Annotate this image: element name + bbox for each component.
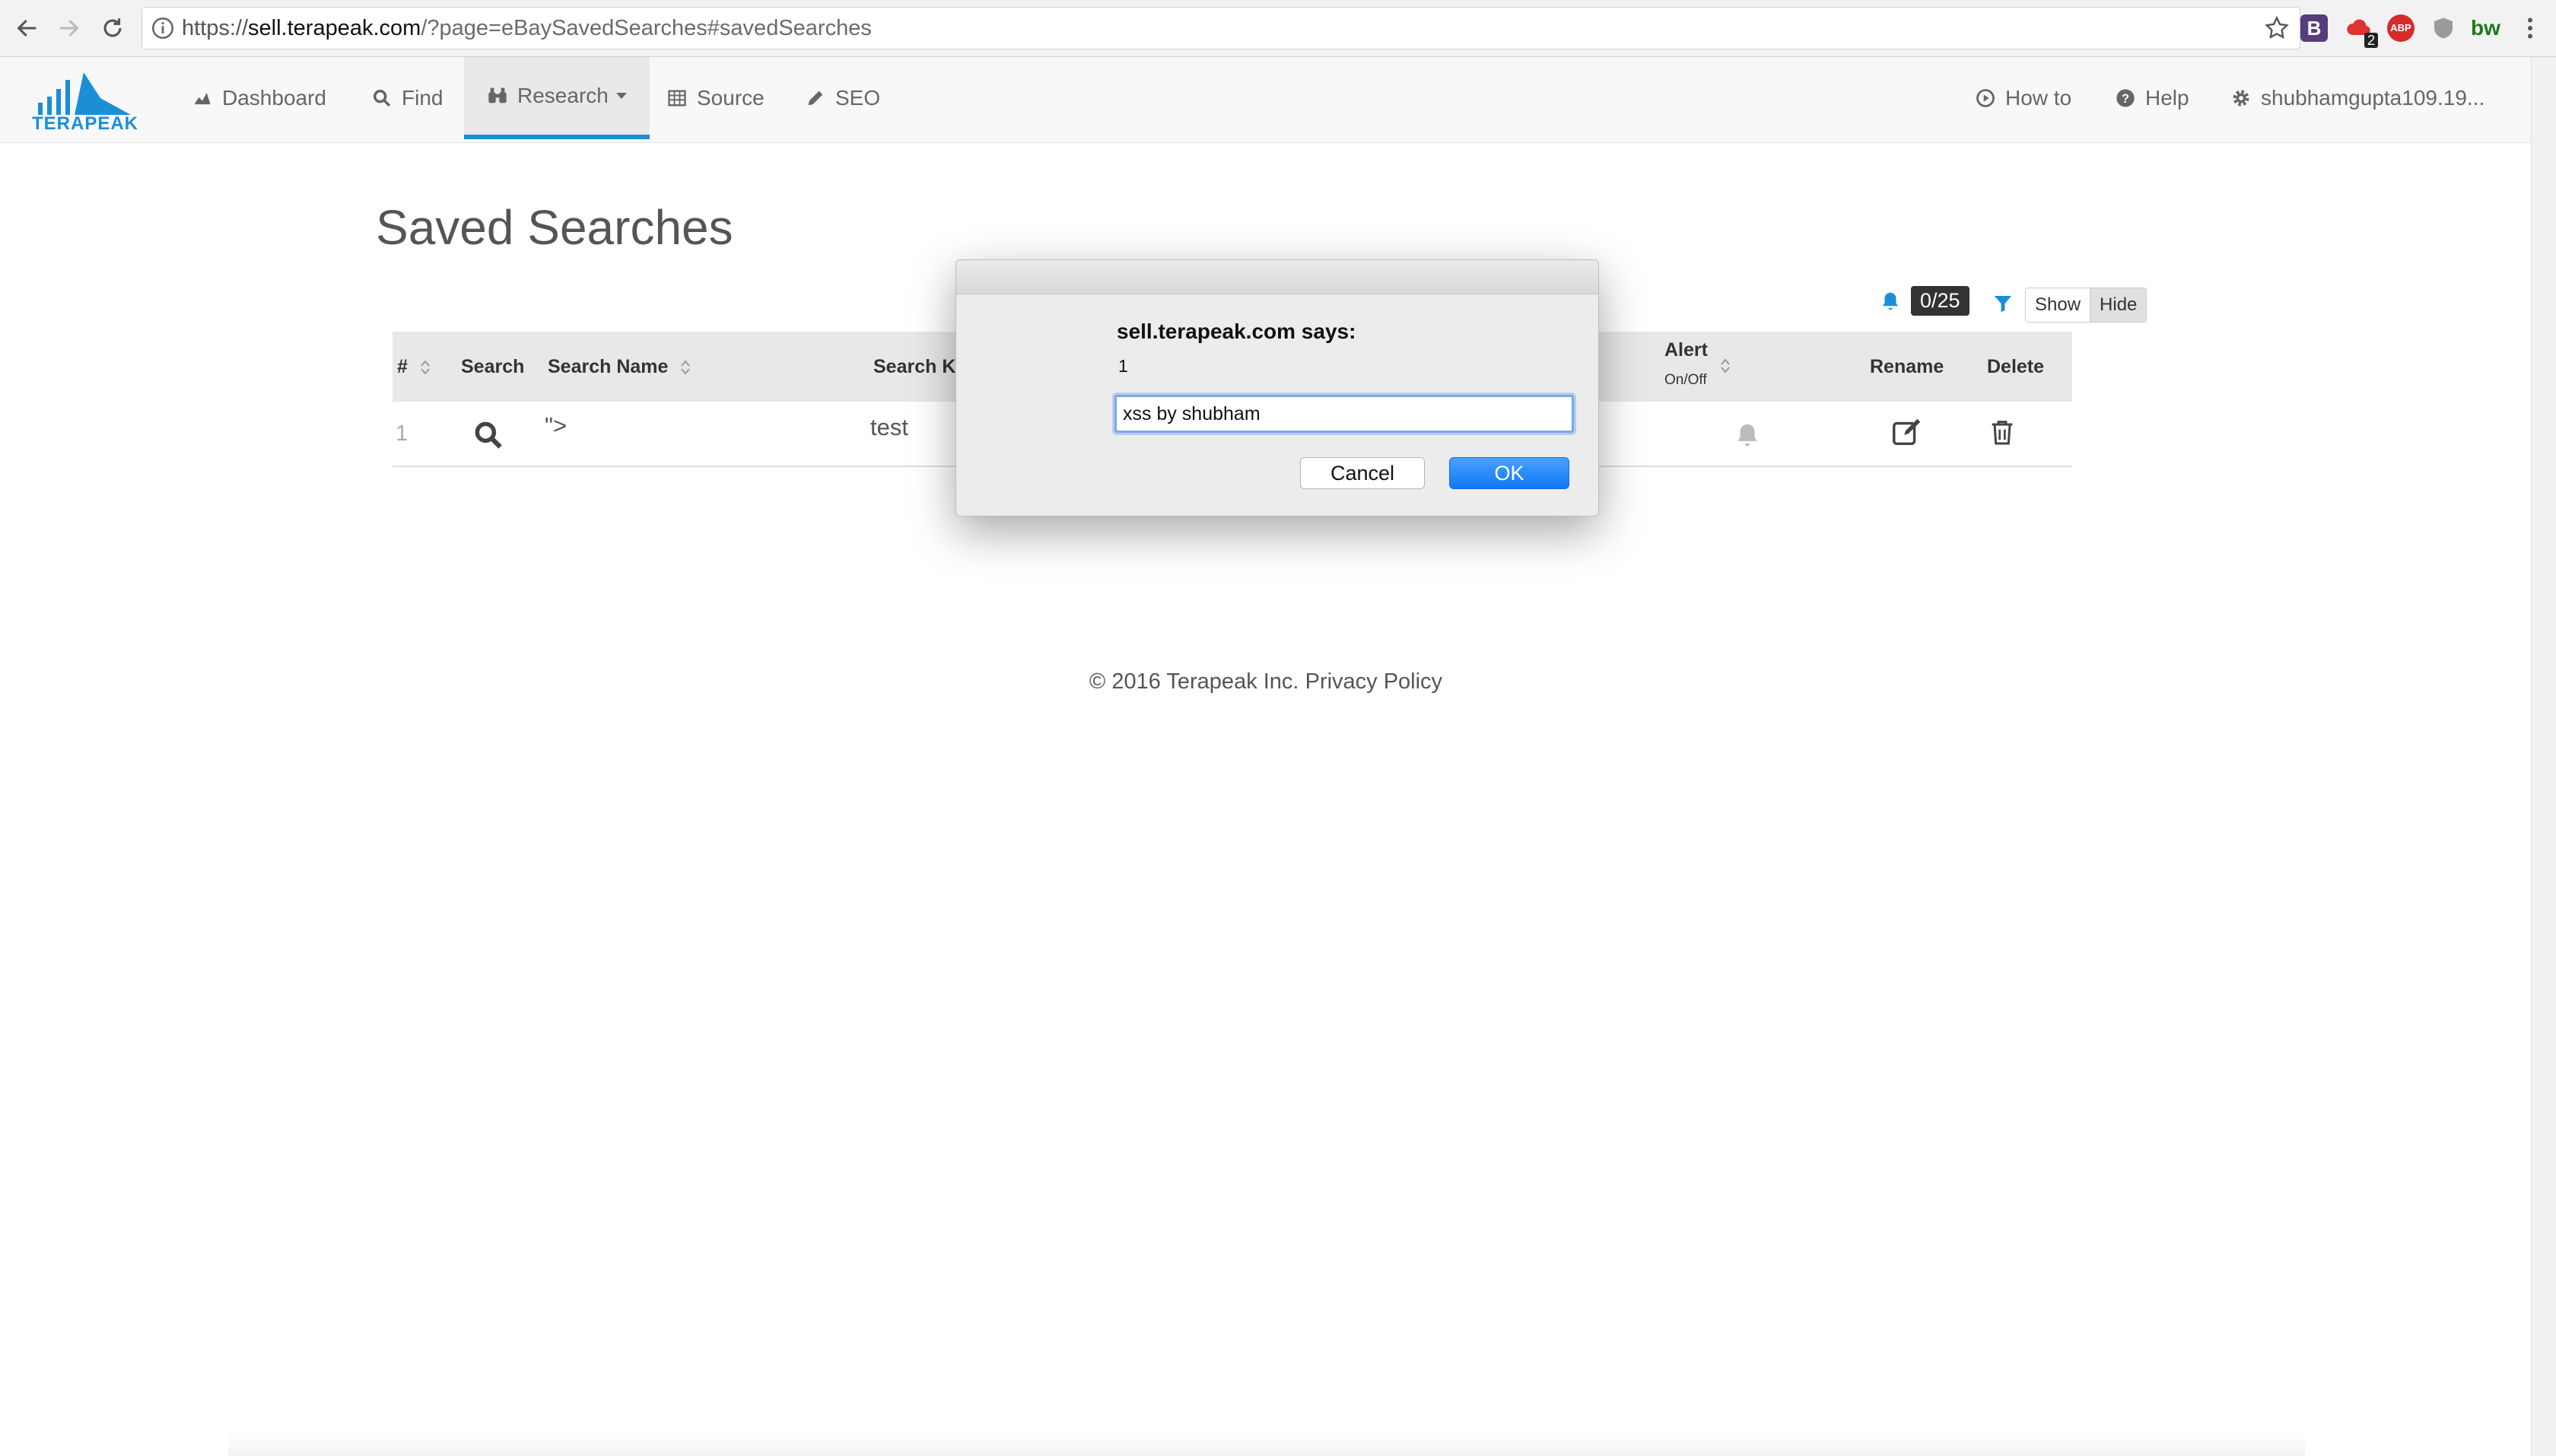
column-header-delete: Delete	[1987, 356, 2045, 377]
alert-count-badge: 0/25	[1911, 286, 1969, 316]
column-header-alert[interactable]: Alert On/Off	[1664, 339, 1708, 389]
extension-badge: 2	[2364, 33, 2378, 48]
nav-seo-label: SEO	[835, 86, 881, 110]
sort-icon[interactable]	[1719, 358, 1731, 374]
column-header-number[interactable]: #	[397, 332, 431, 402]
bottom-shadow	[228, 1430, 2305, 1456]
nav-help-label: Help	[2145, 86, 2189, 110]
site-navbar: TERAPEAK Dashboard Find Research Source …	[0, 57, 2532, 143]
kebab-menu-icon	[2528, 17, 2532, 39]
nav-research-label: Research	[517, 84, 609, 107]
url-host: sell.terapeak.com	[248, 16, 421, 40]
bell-icon	[1883, 292, 1898, 310]
row-number: 1	[396, 421, 409, 446]
logo-text: TERAPEAK	[32, 113, 139, 134]
builtwith-extension-icon[interactable]: bw	[2471, 14, 2500, 42]
nav-source-label: Source	[697, 86, 765, 110]
dialog-message: 1	[1118, 356, 1128, 376]
sort-icon	[681, 360, 691, 375]
address-bar[interactable]: https://sell.terapeak.com/?page=eBaySave…	[141, 7, 2300, 49]
hide-button[interactable]: Hide	[2090, 288, 2147, 322]
edit-icon	[1893, 418, 1921, 445]
nav-source[interactable]: Source	[666, 57, 765, 139]
nav-user-label: shubhamgupta109.19...	[2261, 86, 2485, 110]
run-search-button[interactable]	[472, 402, 505, 466]
column-header-number-label: #	[397, 356, 408, 377]
privacy-policy-link[interactable]: Privacy Policy	[1305, 669, 1443, 694]
nav-research[interactable]: Research	[464, 57, 650, 139]
browser-toolbar: https://sell.terapeak.com/?page=eBaySave…	[0, 0, 2556, 57]
area-chart-icon	[193, 93, 211, 106]
rename-button[interactable]	[1890, 399, 1925, 463]
adblock-extension-icon[interactable]: ABP	[2387, 14, 2415, 42]
reload-button[interactable]	[90, 0, 135, 56]
page-scrollbar[interactable]	[2531, 57, 2556, 1456]
filter-icon[interactable]	[1992, 292, 2014, 315]
nav-howto[interactable]: How to	[1975, 57, 2071, 139]
gear-icon	[2233, 90, 2249, 106]
row-search-name: ">	[545, 412, 567, 439]
alert-toggle-button[interactable]	[1733, 402, 1762, 466]
nav-howto-label: How to	[2005, 86, 2072, 110]
nav-find-label: Find	[402, 86, 443, 110]
sort-icon	[421, 360, 430, 375]
nav-dashboard-label: Dashboard	[222, 86, 326, 110]
show-hide-toggle: Show Hide	[2025, 288, 2147, 323]
binoculars-icon	[488, 87, 507, 103]
alert-count: 0/25	[1879, 286, 1969, 316]
reload-icon	[103, 18, 122, 37]
table-grid-icon	[668, 90, 686, 106]
caret-down-icon	[615, 93, 627, 99]
shield-extension-icon[interactable]	[2430, 14, 2457, 42]
arrow-left-icon	[17, 19, 37, 37]
column-header-rename: Rename	[1870, 356, 1944, 377]
column-header-search-keyword[interactable]: Search Ke	[873, 332, 966, 402]
ok-button[interactable]: OK	[1449, 457, 1569, 489]
svg-text:?: ?	[2122, 92, 2129, 106]
nav-seo[interactable]: SEO	[805, 57, 880, 139]
delete-button[interactable]	[1987, 399, 2017, 463]
copyright-text: © 2016 Terapeak Inc.	[1089, 669, 1299, 694]
bell-icon	[1737, 424, 1757, 447]
page-title: Saved Searches	[376, 200, 733, 255]
arrow-right-icon	[59, 19, 79, 37]
cancel-button[interactable]: Cancel	[1300, 457, 1425, 489]
nav-find[interactable]: Find	[371, 57, 443, 139]
column-header-search: Search	[461, 356, 525, 377]
dialog-titlebar[interactable]	[956, 260, 1598, 294]
shield-icon	[2434, 17, 2453, 39]
lastpass-extension-icon[interactable]: 2	[2345, 14, 2378, 48]
bootstrap-extension-icon[interactable]: B	[2300, 14, 2328, 42]
dialog-title: sell.terapeak.com says:	[1117, 319, 1356, 343]
url-path: /?page=eBaySavedSearches#savedSearches	[421, 16, 872, 40]
column-header-search-name[interactable]: Search Name	[548, 332, 691, 402]
bookmark-star-icon[interactable]	[2263, 14, 2291, 42]
search-icon	[373, 89, 391, 107]
back-button[interactable]	[5, 0, 50, 56]
column-header-alert-sublabel: On/Off	[1664, 372, 1707, 388]
question-circle-icon: ?	[2116, 89, 2135, 107]
column-header-search-name-label: Search Name	[548, 356, 669, 377]
nav-help[interactable]: ? Help	[2115, 57, 2189, 139]
info-icon[interactable]	[150, 15, 176, 41]
nav-user-account[interactable]: shubhamgupta109.19...	[2230, 57, 2484, 139]
column-header-alert-label: Alert	[1664, 339, 1708, 361]
prompt-input[interactable]	[1114, 395, 1574, 433]
pencil-icon	[808, 91, 823, 106]
play-circle-icon	[1976, 89, 1995, 107]
search-icon	[475, 421, 502, 449]
show-button[interactable]: Show	[2026, 288, 2090, 322]
url-scheme: https://	[182, 16, 249, 40]
trash-icon	[1992, 420, 2013, 445]
prompt-dialog: sell.terapeak.com says: 1 Cancel OK	[955, 259, 1599, 517]
url-text: https://sell.terapeak.com/?page=eBaySave…	[182, 8, 872, 49]
row-search-keyword: test	[870, 414, 908, 440]
browser-menu-button[interactable]	[2516, 14, 2544, 42]
nav-dashboard[interactable]: Dashboard	[192, 57, 326, 139]
forward-button[interactable]	[46, 0, 91, 56]
page-footer: © 2016 Terapeak Inc. Privacy Policy	[0, 669, 2532, 695]
